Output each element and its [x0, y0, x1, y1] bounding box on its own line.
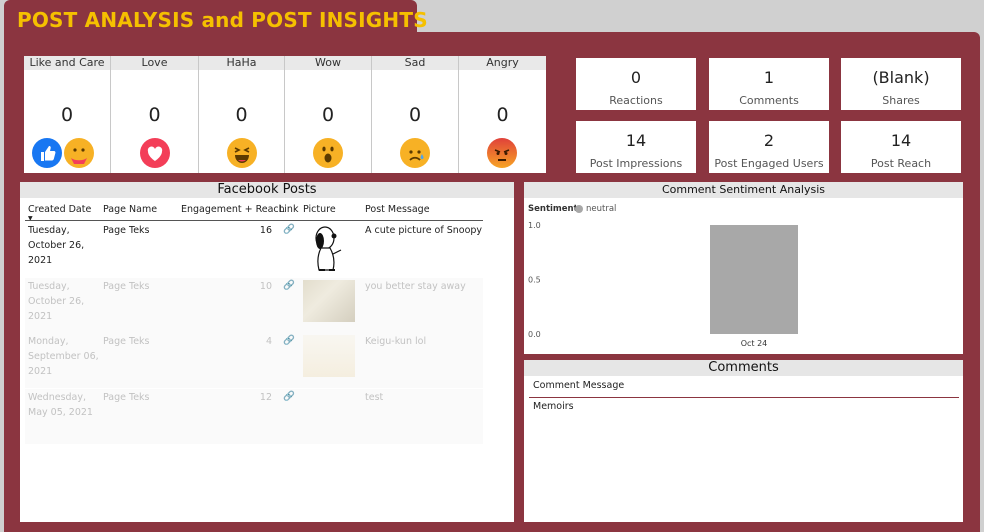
y-tick-label: 0.5	[528, 276, 541, 285]
column-post-message[interactable]: Post Message	[365, 204, 430, 215]
y-tick-label: 0.0	[528, 330, 541, 339]
engagement-value: 16	[259, 225, 272, 236]
comments-table: Comments Comment Message Memoirs	[524, 360, 963, 522]
kpi-label: Comments	[739, 94, 799, 107]
page-name: Page Teks	[103, 281, 150, 292]
reaction-value: 0	[148, 104, 161, 126]
engagement-value: 12	[259, 392, 272, 403]
page-name: Page Teks	[103, 392, 150, 403]
table-row[interactable]: Monday, September 06, 2021 Page Teks 4 🔗 K…	[25, 333, 483, 388]
kpi-value: 2	[763, 131, 775, 150]
facebook-posts-table: Facebook Posts Created Date ▼ Page Name …	[20, 182, 514, 522]
header-divider	[25, 220, 483, 221]
kpi-value: 14	[625, 131, 647, 150]
kpi-post-reach[interactable]: 14 Post Reach	[841, 121, 961, 173]
page-title: POST ANALYSIS and POST INSIGHTS	[17, 8, 428, 32]
link-icon[interactable]: 🔗	[283, 333, 295, 348]
reaction-angry[interactable]: Angry 0	[459, 56, 546, 173]
photo-picture[interactable]	[303, 280, 355, 322]
reaction-label: Love	[111, 56, 198, 70]
table-title: Facebook Posts	[20, 182, 514, 198]
column-picture[interactable]: Picture	[303, 204, 336, 215]
comment-row[interactable]: Memoirs	[533, 401, 574, 412]
reaction-value: 0	[60, 104, 74, 126]
care-icon	[64, 138, 94, 168]
kpi-shares[interactable]: (Blank) Shares	[841, 58, 961, 110]
table-row[interactable]: Tuesday, October 26, 2021 Page Teks 16 🔗 A…	[25, 222, 483, 277]
reaction-label: Like and Care	[24, 56, 110, 70]
reaction-value: 0	[496, 104, 509, 126]
column-engagement[interactable]: Engagement + Reach	[181, 204, 285, 215]
meme-picture[interactable]	[303, 335, 355, 377]
sad-icon	[400, 138, 430, 168]
post-message: A cute picture of Snoopy	[365, 225, 483, 236]
comments-title: Comments	[524, 360, 963, 376]
reaction-label: HaHa	[199, 56, 284, 70]
y-tick-label: 1.0	[528, 221, 541, 230]
page-name: Page Teks	[103, 336, 150, 347]
wow-icon	[313, 138, 343, 168]
engagement-value: 4	[265, 336, 272, 347]
created-date: Wednesday, May 05, 2021	[28, 392, 93, 418]
engagement-value: 10	[259, 281, 272, 292]
created-date: Monday, September 06, 2021	[28, 336, 99, 377]
link-icon[interactable]: 🔗	[283, 389, 295, 404]
like-icon	[32, 138, 62, 168]
snoopy-picture[interactable]	[303, 224, 355, 271]
table-row[interactable]: Tuesday, October 26, 2021 Page Teks 10 🔗 y…	[25, 278, 483, 333]
reaction-haha[interactable]: HaHa 0	[199, 56, 285, 173]
reaction-value: 0	[408, 104, 422, 126]
kpi-label: Reactions	[609, 94, 663, 107]
sentiment-chart-card: Comment Sentiment Analysis Sentiment neu…	[524, 182, 963, 354]
column-page-name[interactable]: Page Name	[103, 204, 157, 215]
comments-divider	[529, 397, 959, 398]
sentiment-bar-chart: 1.0 0.5 0.0 Oct 24	[528, 221, 798, 348]
reaction-label: Angry	[459, 56, 546, 70]
column-link[interactable]: Link	[279, 204, 298, 215]
link-icon[interactable]: 🔗	[283, 222, 295, 237]
post-message: test	[365, 392, 384, 403]
reaction-label: Sad	[372, 56, 458, 70]
post-message: you better stay away	[365, 281, 466, 292]
created-date: Tuesday, October 26, 2021	[28, 225, 85, 266]
reaction-value: 0	[321, 104, 335, 126]
love-icon	[140, 138, 170, 168]
kpi-label: Shares	[882, 94, 920, 107]
reaction-value: 0	[235, 104, 248, 126]
kpi-value: 14	[890, 131, 912, 150]
page-name: Page Teks	[103, 225, 150, 236]
angry-icon	[487, 138, 517, 168]
column-created-date[interactable]: Created Date	[28, 204, 91, 215]
kpi-reactions[interactable]: 0 Reactions	[576, 58, 696, 110]
bar-neutral[interactable]	[710, 225, 798, 334]
kpi-label: Post Impressions	[589, 157, 683, 170]
created-date: Tuesday, October 26, 2021	[28, 281, 85, 322]
reaction-love[interactable]: Love 0	[111, 56, 199, 173]
link-icon[interactable]: 🔗	[283, 278, 295, 293]
kpi-label: Post Reach	[870, 157, 932, 170]
post-message: Keigu-kun lol	[365, 336, 427, 347]
reaction-wow[interactable]: Wow 0	[285, 56, 372, 173]
x-tick-label: Oct 24	[741, 339, 768, 348]
kpi-post-engaged-users[interactable]: 2 Post Engaged Users	[709, 121, 829, 173]
kpi-post-impressions[interactable]: 14 Post Impressions	[576, 121, 696, 173]
column-comment-message[interactable]: Comment Message	[533, 380, 624, 391]
table-row[interactable]: Wednesday, May 05, 2021 Page Teks 12 🔗 te…	[25, 389, 483, 444]
kpi-value: (Blank)	[872, 68, 930, 87]
reactions-card: Like and Care 0 Love 0 HaHa 0 Wow 0 Sad …	[24, 56, 546, 173]
kpi-value: 0	[630, 68, 642, 87]
haha-icon	[227, 138, 257, 168]
kpi-comments[interactable]: 1 Comments	[709, 58, 829, 110]
reaction-like-care[interactable]: Like and Care 0	[24, 56, 111, 173]
reaction-sad[interactable]: Sad 0	[372, 56, 459, 173]
kpi-label: Post Engaged Users	[714, 157, 824, 170]
kpi-value: 1	[763, 68, 775, 87]
reaction-label: Wow	[285, 56, 371, 70]
